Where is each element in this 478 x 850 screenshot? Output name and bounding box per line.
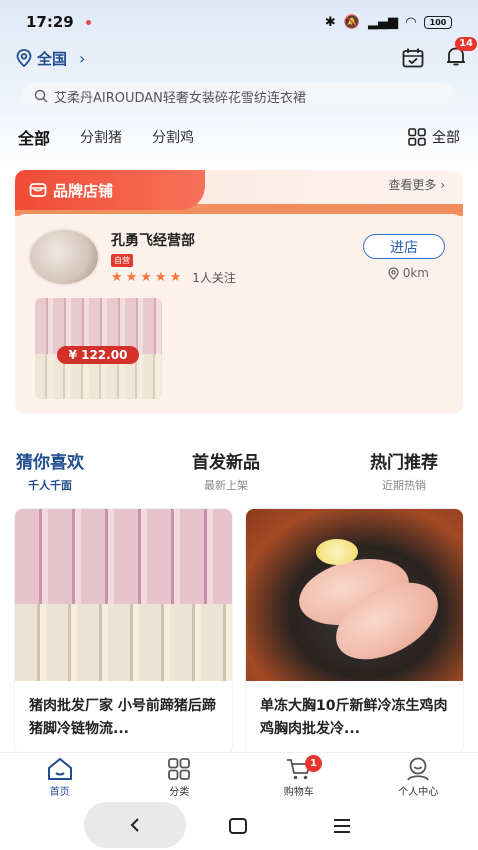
product-title: 单冻大胸10斤新鲜冷冻生鸡肉鸡胸肉批发冷... [260, 698, 448, 737]
tab-title: 首发新品 [192, 453, 260, 473]
star-icon: ★ [169, 270, 182, 285]
tab-title: 猜你喜欢 [16, 453, 84, 473]
category-tab-pork[interactable]: 分割猪 [80, 127, 122, 147]
user-icon [407, 757, 430, 781]
star-icon: ★ [111, 270, 123, 285]
store-product-price: ¥ 122.00 [57, 346, 139, 364]
calendar-icon[interactable] [402, 48, 424, 68]
brand-store-title-text: 品牌店铺 [53, 181, 114, 200]
shop-avatar[interactable] [28, 228, 100, 286]
back-icon [130, 818, 139, 832]
star-icon: ★ [140, 270, 152, 285]
location-label[interactable]: 全国 [37, 48, 67, 69]
product-card[interactable]: 猪肉批发厂家 小号前蹄猪后蹄 猪脚冷链物流... [15, 509, 232, 754]
product-image[interactable] [15, 509, 232, 681]
search-bar[interactable]: 艾柔丹AIROUDAN轻奢女装碎花雪纺连衣裙 [22, 83, 456, 109]
tab-hot-recommend[interactable]: 热门推荐 近期热销 [370, 448, 438, 493]
chevron-right-icon[interactable]: › [79, 49, 85, 68]
tab-subtitle: 千人千面 [28, 479, 72, 492]
home-icon [47, 757, 72, 780]
all-categories-button[interactable]: 全部 [408, 127, 460, 147]
notification-count-badge: 14 [455, 36, 477, 51]
nav-label: 分类 [169, 787, 190, 798]
tab-guess-you-like[interactable]: 猜你喜欢 千人千面 [16, 448, 84, 493]
view-more-link[interactable]: 查看更多 › [388, 176, 445, 193]
search-placeholder: 艾柔丹AIROUDAN轻奢女装碎花雪纺连衣裙 [54, 90, 306, 106]
enter-store-button[interactable]: 进店 [363, 234, 445, 259]
status-time: 17:29 [26, 13, 74, 31]
status-icons: ✱ 🔕 ▂▄▆ ◠ 100 [325, 15, 452, 30]
nav-category[interactable]: 分类 [120, 753, 240, 802]
nav-home[interactable]: 首页 [0, 753, 120, 802]
view-more-label: 查看更多 [388, 178, 437, 192]
tab-subtitle: 最新上架 [204, 479, 248, 492]
chevron-right-icon: › [440, 178, 445, 192]
category-tab-all[interactable]: 全部 [18, 125, 50, 149]
tab-new-arrivals[interactable]: 首发新品 最新上架 [192, 448, 260, 493]
shop-rating: ★ ★ ★ ★ ★ 1人关注 [111, 269, 236, 286]
wifi-icon: ◠ [406, 14, 416, 30]
lemon-slice-image [316, 539, 358, 565]
status-bar: 17:29 ✱ 🔕 ▂▄▆ ◠ 100 [0, 0, 478, 44]
battery-icon: 100 [424, 15, 452, 29]
location-row: 全国 › 14 [16, 36, 477, 72]
tab-title: 热门推荐 [370, 453, 438, 473]
header-actions: 14 [402, 36, 477, 71]
grid-icon [408, 128, 426, 146]
category-tabs: 全部 分割猪 分割鸡 全部 [0, 122, 478, 152]
back-button[interactable] [84, 802, 186, 848]
nav-label: 个人中心 [398, 787, 439, 798]
search-icon [34, 89, 48, 103]
grid-icon [168, 758, 191, 780]
nav-label: 首页 [49, 787, 70, 798]
bluetooth-icon: ✱ [324, 14, 336, 30]
store-icon [29, 183, 47, 197]
shop-distance: 0km [388, 266, 429, 280]
nav-cart[interactable]: 1 购物车 [239, 753, 359, 802]
notification-dot-icon [85, 19, 91, 25]
menu-icon[interactable] [332, 817, 352, 835]
location-pin-icon[interactable] [16, 49, 32, 67]
brand-store-title: 品牌店铺 [15, 170, 205, 210]
all-categories-label: 全部 [432, 130, 460, 146]
home-square-icon[interactable] [228, 817, 248, 835]
nav-label: 购物车 [283, 787, 314, 798]
product-title: 猪肉批发厂家 小号前蹄猪后蹄 猪脚冷链物流... [29, 698, 216, 737]
bottom-navigation: 首页 分类 1 购物车 个人中心 [0, 752, 478, 802]
cart-count-badge: 1 [305, 755, 322, 772]
product-image[interactable] [246, 509, 463, 681]
tab-subtitle: 近期热销 [382, 479, 426, 492]
category-tab-chicken[interactable]: 分割鸡 [152, 127, 194, 147]
notification-button[interactable]: 14 [446, 36, 477, 71]
follower-count: 1人关注 [192, 271, 236, 285]
brand-store-card: 品牌店铺 查看更多 › 孔勇飞经营部 自营 ★ ★ ★ ★ ★ 1人关注 进店 … [15, 170, 463, 414]
self-operated-tag: 自营 [111, 254, 133, 267]
star-icon: ★ [125, 270, 138, 285]
mute-icon: 🔕 [343, 14, 360, 30]
brand-store-body: 孔勇飞经营部 自营 ★ ★ ★ ★ ★ 1人关注 进店 0km [15, 214, 463, 414]
location-pin-icon [388, 266, 399, 280]
distance-value: 0km [402, 266, 429, 280]
signal-icon: ▂▄▆ [368, 14, 398, 30]
section-tabs: 猜你喜欢 千人千面 首发新品 最新上架 热门推荐 近期热销 [0, 448, 478, 498]
star-icon: ★ [154, 270, 167, 285]
shop-name[interactable]: 孔勇飞经营部 [111, 230, 195, 250]
system-navigation-bar [0, 802, 478, 850]
nav-profile[interactable]: 个人中心 [359, 753, 478, 802]
product-card[interactable]: 单冻大胸10斤新鲜冷冻生鸡肉鸡胸肉批发冷... [246, 509, 463, 754]
